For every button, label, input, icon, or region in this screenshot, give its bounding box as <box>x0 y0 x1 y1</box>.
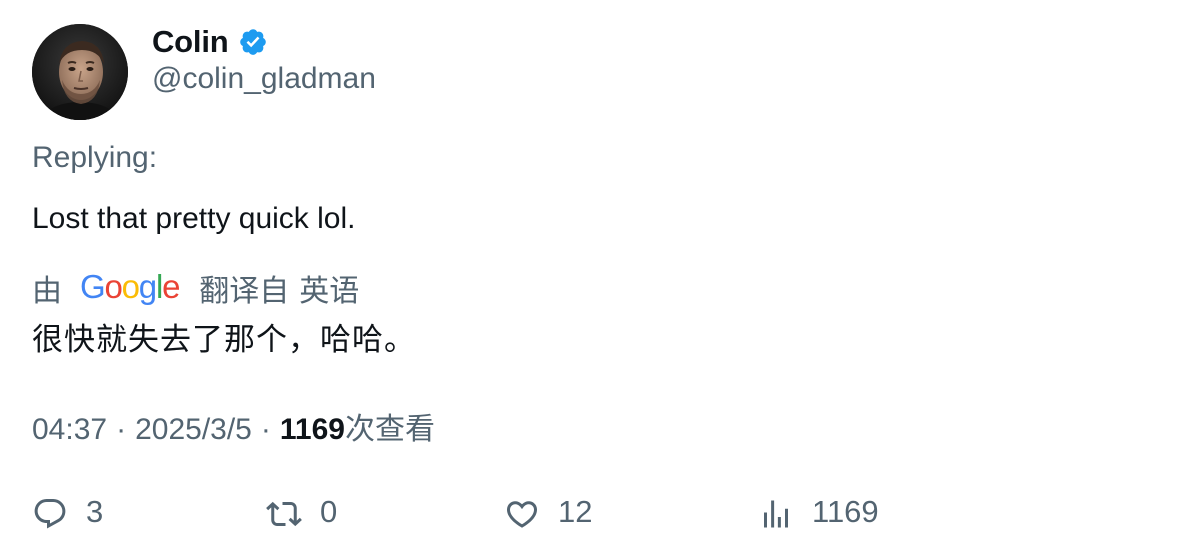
translated-by-label: 由 <box>32 275 62 308</box>
reply-count: 3 <box>86 494 104 529</box>
like-button[interactable]: 12 <box>504 486 592 542</box>
tweet-date[interactable]: 2025/3/5 <box>135 413 252 447</box>
replying-label: Replying: <box>32 141 158 174</box>
analytics-icon <box>758 496 794 532</box>
heart-icon <box>504 496 540 532</box>
like-count: 12 <box>558 494 593 529</box>
avatar-photo <box>32 24 128 120</box>
translation-attribution: 由 Google 翻译自 英语 <box>32 266 359 310</box>
verified-badge-icon[interactable] <box>238 27 268 57</box>
google-logo: Google <box>80 268 180 305</box>
author-name-row: Colin <box>152 22 268 62</box>
views-action-count: 1169 <box>812 494 879 529</box>
tweet-text: Lost that pretty quick lol. <box>32 202 356 235</box>
translated-from-label: 翻译自 <box>199 275 290 308</box>
action-bar: 3 0 12 1169 <box>0 486 1196 542</box>
tweet-meta: 04:37 · 2025/3/5 · 1169 次查看 <box>32 404 435 448</box>
meta-separator: · <box>260 413 271 446</box>
retweet-icon <box>266 496 302 532</box>
retweet-count: 0 <box>320 494 338 529</box>
meta-separator: · <box>116 413 127 446</box>
tweet-card: Colin @colin_gladman Replying: Lost that… <box>0 0 1196 558</box>
author-handle[interactable]: @colin_gladman <box>152 62 376 96</box>
author-display-name[interactable]: Colin <box>152 24 229 60</box>
translated-text: 很快就失去了那个，哈哈。 <box>32 322 416 357</box>
reply-icon <box>32 496 68 532</box>
views-label: 次查看 <box>344 413 435 446</box>
source-language: 英语 <box>299 275 360 308</box>
views-button[interactable]: 1169 <box>758 486 879 542</box>
retweet-button[interactable]: 0 <box>266 486 337 542</box>
tweet-time[interactable]: 04:37 <box>32 413 107 447</box>
views-count: 1169 <box>279 413 345 446</box>
avatar[interactable] <box>32 24 128 120</box>
reply-button[interactable]: 3 <box>32 486 103 542</box>
